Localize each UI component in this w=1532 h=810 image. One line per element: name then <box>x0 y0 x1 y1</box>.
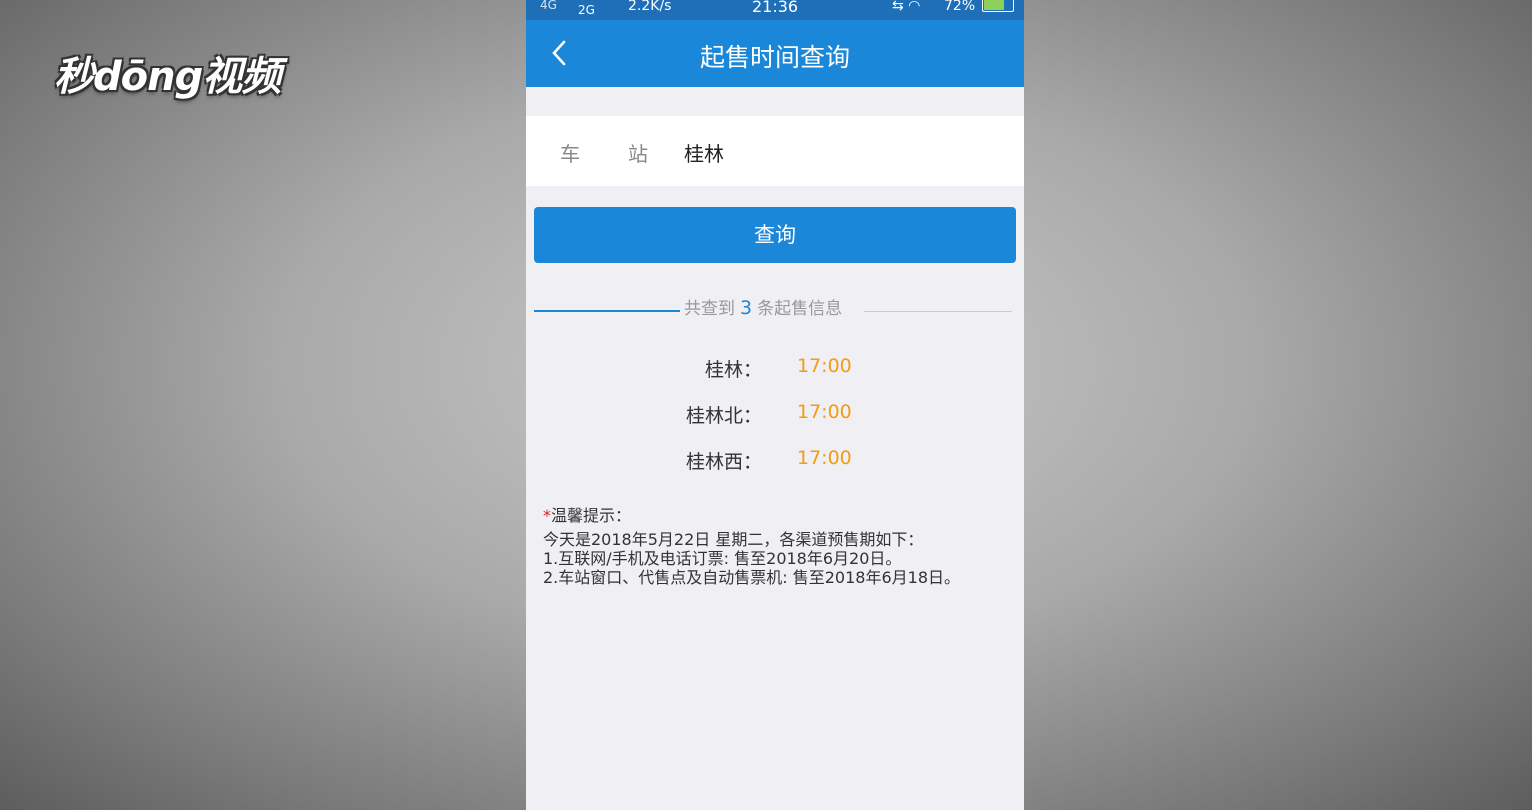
required-star: * <box>543 506 551 525</box>
sale-time-row: 桂林： 17:00 <box>526 355 1024 385</box>
sale-time: 17:00 <box>797 401 852 423</box>
sale-time-row: 桂林北： 17:00 <box>526 401 1024 431</box>
sale-station-name: 桂林西： <box>685 451 762 473</box>
status-bar: 4G 2G 2.2K/s 21:36 ⇆ ◠ 72% <box>526 0 1024 20</box>
tips-line: 1.互联网/手机及电话订票: 售至2018年6月20日。 <box>543 549 902 568</box>
divider-left <box>534 310 680 312</box>
divider-right <box>864 311 1012 312</box>
tips-title-text: 温馨提示： <box>551 506 632 525</box>
station-field[interactable]: 车 站 桂林 <box>526 116 1024 186</box>
tips-block: *温馨提示： 今天是2018年5月22日 星期二，各渠道预售期如下： 1.互联网… <box>543 506 1013 587</box>
query-button[interactable]: 查询 <box>534 207 1016 263</box>
phone-screen: 4G 2G 2.2K/s 21:36 ⇆ ◠ 72% 起售时间查询 车 站 桂林… <box>526 0 1024 810</box>
battery-icon <box>982 0 1014 12</box>
sale-station-name: 桂林： <box>704 359 762 381</box>
sale-station-name: 桂林北： <box>685 405 762 427</box>
sale-time: 17:00 <box>797 447 852 469</box>
page-title: 起售时间查询 <box>699 43 850 72</box>
tips-title: *温馨提示： <box>543 506 1013 525</box>
battery-percent: 72% <box>944 0 976 14</box>
result-count: 3 <box>740 297 753 319</box>
result-suffix: 条起售信息 <box>757 299 843 319</box>
network-speed: 2.2K/s <box>628 0 672 14</box>
sale-time: 17:00 <box>797 355 852 377</box>
result-summary: 共查到 3 条起售信息 <box>684 294 842 319</box>
tips-line: 2.车站窗口、代售点及自动售票机: 售至2018年6月18日。 <box>543 568 961 587</box>
tips-line: 今天是2018年5月22日 星期二，各渠道预售期如下： <box>543 530 924 549</box>
clock: 21:36 <box>752 0 799 16</box>
station-label-char2: 站 <box>628 142 648 166</box>
station-value[interactable]: 桂林 <box>684 138 724 167</box>
wifi-icon: ⇆ ◠ <box>892 0 921 14</box>
sale-time-row: 桂林西： 17:00 <box>526 447 1024 477</box>
signal-label: 4G <box>540 0 557 12</box>
station-label-char1: 车 <box>560 142 580 166</box>
result-prefix: 共查到 <box>684 299 735 319</box>
watermark-logo: 秒dōng视频 <box>54 54 281 100</box>
network-label: 2G <box>578 3 595 17</box>
nav-bar: 起售时间查询 <box>526 20 1024 87</box>
